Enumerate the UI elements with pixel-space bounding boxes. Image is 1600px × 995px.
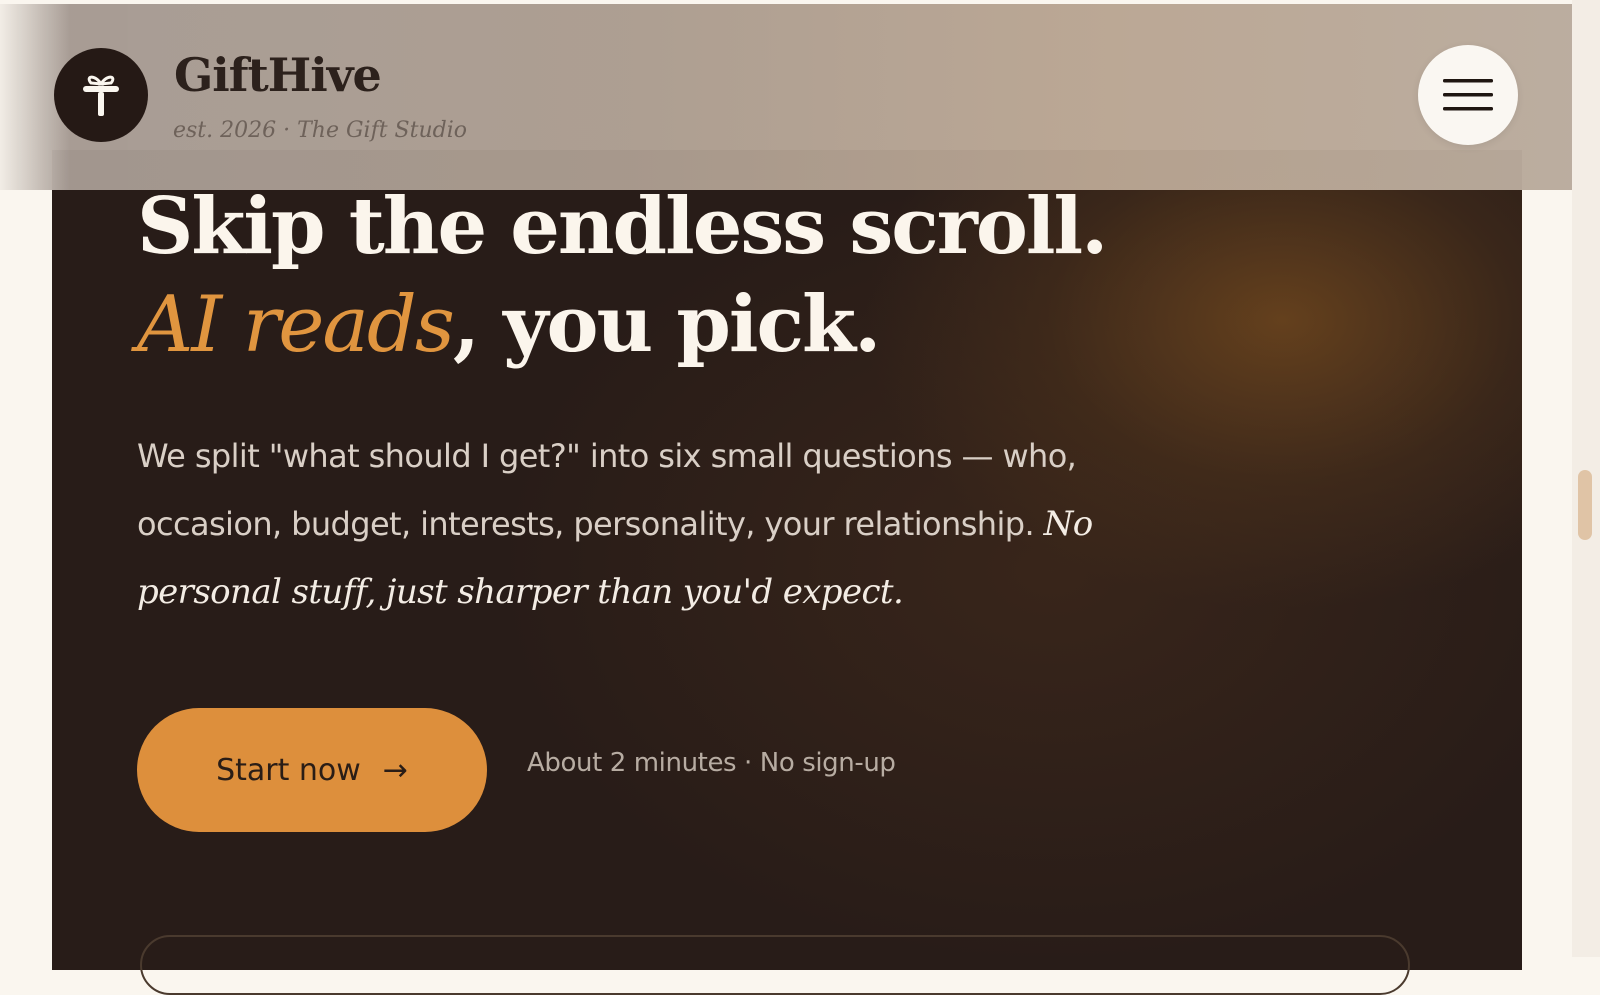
next-section-card <box>140 935 1410 995</box>
start-now-button[interactable]: Start now → <box>137 708 487 832</box>
gift-icon[interactable] <box>54 48 148 142</box>
hero-description: We split "what should I get?" into six s… <box>137 422 1207 626</box>
hero-headline: Skip the endless scroll. AI reads, you pi… <box>137 178 1108 374</box>
description-text: We split "what should I get?" into six s… <box>137 437 1077 543</box>
headline-accent: AI reads <box>137 280 455 370</box>
cta-note: About 2 minutes · No sign-up <box>527 748 896 778</box>
brand-tagline: est. 2026 · The Gift Studio <box>173 118 467 143</box>
menu-button[interactable] <box>1418 45 1518 145</box>
scrollbar-thumb[interactable] <box>1578 470 1592 540</box>
gift-glyph <box>83 75 119 116</box>
hamburger-icon <box>1443 79 1493 111</box>
arrow-right-icon: → <box>382 752 408 788</box>
start-now-label: Start now <box>216 752 361 788</box>
headline-line-1: Skip the endless scroll. <box>137 181 1108 272</box>
headline-line-2: , you pick. <box>452 279 881 370</box>
brand-name[interactable]: GiftHive <box>174 48 382 102</box>
